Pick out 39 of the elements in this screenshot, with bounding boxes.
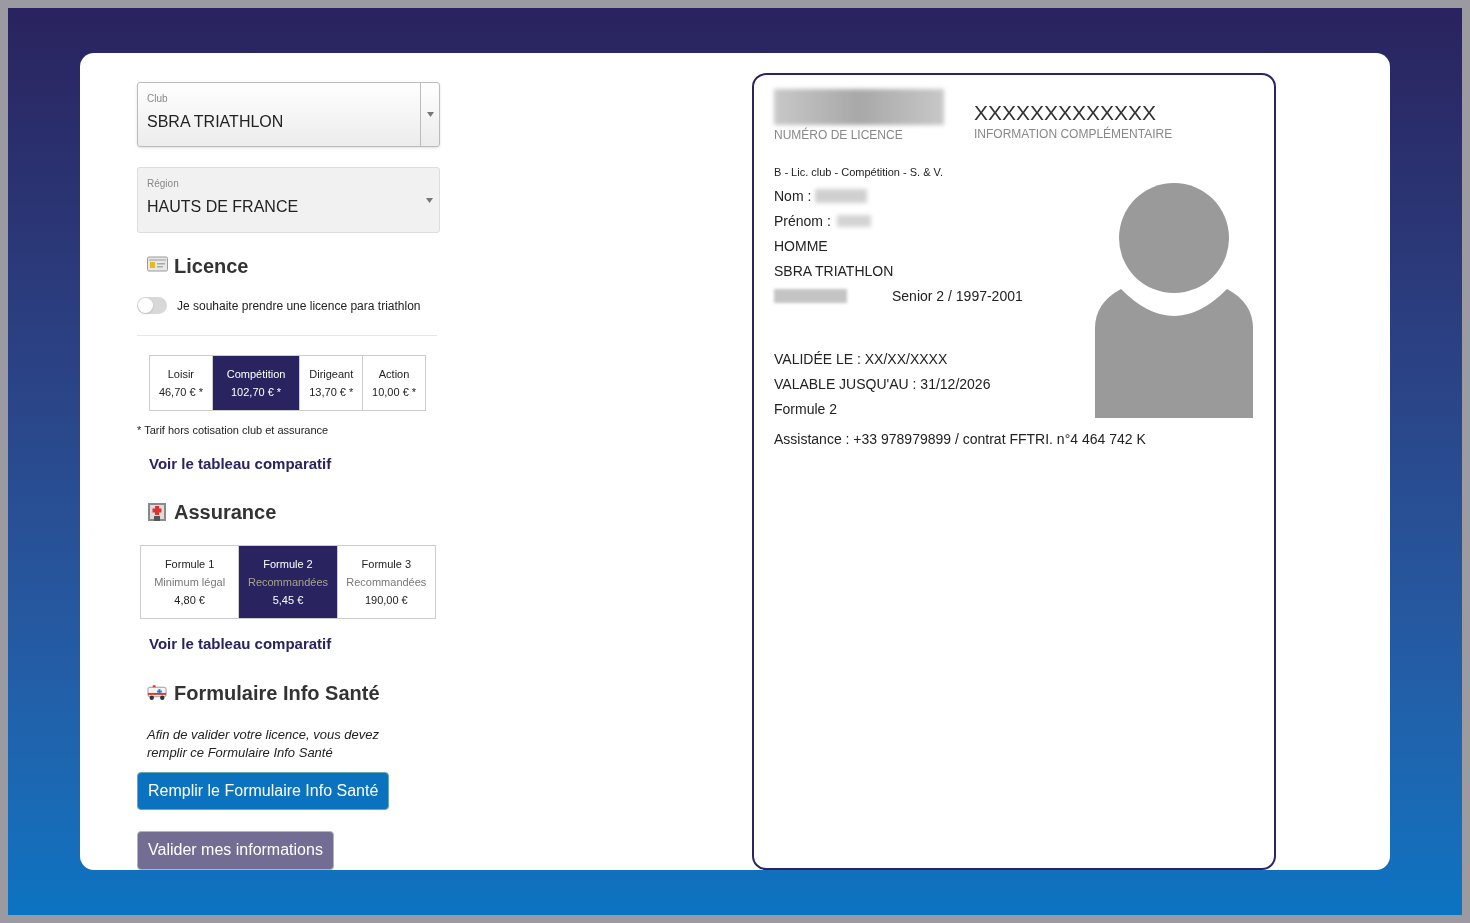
field-label: NUMÉRO DE LICENCE [774,126,904,144]
comparison-link[interactable]: Voir le tableau comparatif [149,633,332,656]
expiry-date: VALABLE JUSQU'AU : 31/12/2026 [774,374,991,394]
insurance-option[interactable]: Formule 2 Recommandées 5,45 € [238,546,337,619]
section-heading: Formulaire Info Santé [174,680,380,706]
dropdown-arrow-icon [426,197,433,203]
field-value: SBRA TRIATHLON [147,112,285,132]
footnote: * Tarif hors cotisation club et assurance [137,423,330,439]
field-label: INFORMATION COMPLÉMENTAIRE [974,125,1173,143]
section-heading: Licence [174,253,249,279]
licence-type: B - Lic. club - Compétition - S. & V. [774,165,944,180]
info-value: XXXXXXXXXXXXX [974,101,1158,125]
avatar-icon [1095,183,1253,418]
club-select[interactable]: Club SBRA TRIATHLON [137,82,440,148]
ambulance-icon [147,682,168,703]
club-text: SBRA TRIATHLON [774,261,894,281]
region-select[interactable]: Région HAUTS DE FRANCE [137,167,440,233]
toggle-switch[interactable] [137,297,167,315]
section-heading: Assurance [174,500,277,526]
blurred-value [815,189,868,203]
assistance-text: Assistance : +33 978979899 / contrat FFTRI. n°4 464 742 K [774,429,1146,449]
first-name-label: Prénom : [774,211,831,231]
info-text: Afin de valider votre licence, vous devez remplir ce Formulaire Info Santé [147,725,380,762]
insurance-text: Formule 2 [774,399,838,419]
category-text: Senior 2 / 1997-2001 [892,286,1023,306]
field-label: Club [147,92,169,106]
gender-text: HOMME [774,236,828,256]
validate-button[interactable]: Valider mes informations [137,830,334,870]
validation-date: VALIDÉE LE : XX/XX/XXXX [774,349,948,369]
name-label: Nom : [774,186,812,206]
health-form-button[interactable]: Remplir le Formulaire Info Santé [137,771,390,810]
hospital-icon [147,502,168,523]
licence-option[interactable]: Compétition 102,70 € * [211,355,300,411]
blurred-value [836,215,871,227]
comparison-link[interactable]: Voir le tableau comparatif [149,452,332,476]
field-value: HAUTS DE FRANCE [147,197,300,218]
toggle-label: Je souhaite prendre une licence para triathlon [177,297,421,315]
dropdown-arrow-icon [426,112,434,118]
field-label: Région [147,177,180,192]
